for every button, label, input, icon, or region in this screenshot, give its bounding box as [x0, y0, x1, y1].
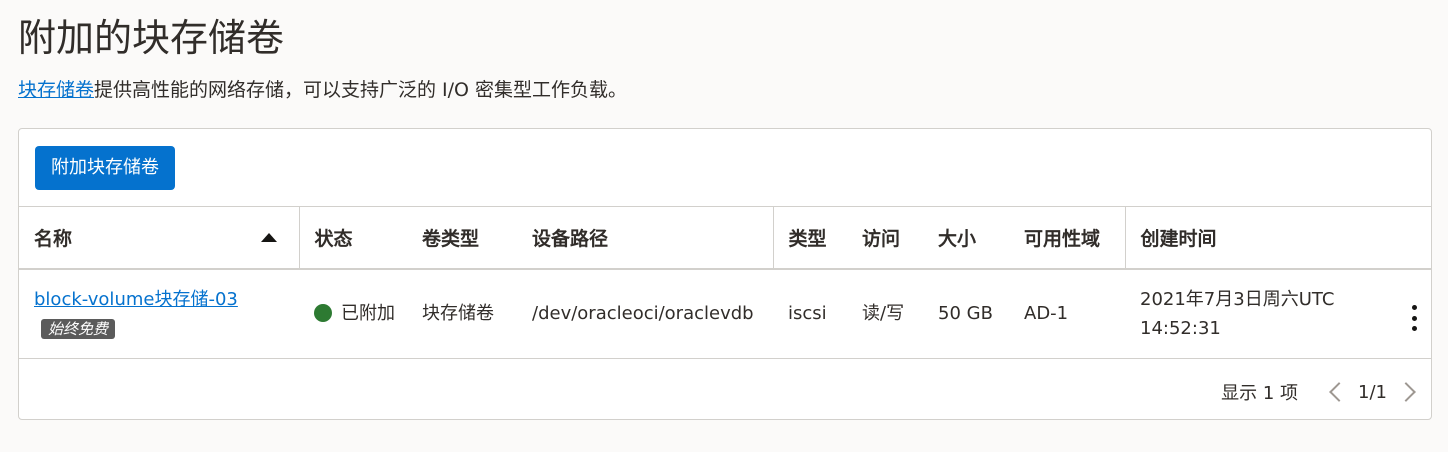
item-count: 显示 1 项: [1221, 383, 1299, 404]
pagination: 显示 1 项 1/1: [1221, 379, 1419, 405]
column-header-volume-type: 卷类型: [407, 206, 517, 270]
cell-volume-type: 块存储卷: [407, 268, 517, 359]
cell-type: iscsi: [773, 268, 847, 359]
chevron-left-icon[interactable]: [1329, 382, 1349, 402]
column-header-size: 大小: [923, 206, 1009, 270]
cell-access: 读/写: [847, 268, 923, 359]
column-header-access: 访问: [847, 206, 923, 270]
column-header-created: 创建时间: [1125, 206, 1431, 270]
cell-status: 已附加: [299, 268, 407, 359]
column-header-device-path: 设备路径: [517, 206, 774, 270]
attach-block-volume-button[interactable]: 附加块存储卷: [35, 146, 175, 190]
column-header-type: 类型: [773, 206, 847, 270]
cell-name: block-volume块存储-03 始终免费: [19, 268, 299, 359]
block-volume-doc-link[interactable]: 块存储卷: [18, 79, 94, 101]
volumes-table: 名称 状态 卷类型 设备路径 类型 访问 大小 可用性域 创建时间 block-…: [19, 206, 1431, 359]
cell-created: 2021年7月3日周六UTC 14:52:31: [1125, 268, 1431, 359]
chevron-right-icon[interactable]: [1396, 382, 1416, 402]
cell-device-path: /dev/oracleoci/oraclevdb: [517, 268, 773, 359]
column-header-status: 状态: [299, 206, 407, 270]
cell-size: 50 GB: [923, 268, 1009, 359]
attached-volumes-panel: 附加块存储卷 名称 状态 卷类型 设备路径 类型 访问 大小 可用性域 创建时间…: [18, 128, 1432, 420]
cell-availability-domain: AD-1: [1009, 268, 1125, 359]
status-text: 已附加: [341, 303, 395, 325]
sort-ascending-icon[interactable]: [260, 233, 277, 242]
description-text: 提供高性能的网络存储，可以支持广泛的 I/O 密集型工作负载。: [94, 79, 628, 101]
table-row: block-volume块存储-03 始终免费 已附加 块存储卷 /dev/or…: [19, 268, 1431, 359]
page-indicator: 1/1: [1358, 381, 1387, 403]
always-free-badge: 始终免费: [41, 318, 116, 339]
page-title: 附加的块存储卷: [18, 16, 285, 60]
table-header-row: 名称 状态 卷类型 设备路径 类型 访问 大小 可用性域 创建时间: [19, 206, 1431, 270]
kebab-menu-icon[interactable]: [1409, 305, 1419, 331]
page-description: 块存储卷提供高性能的网络存储，可以支持广泛的 I/O 密集型工作负载。: [18, 76, 627, 104]
column-header-name[interactable]: 名称: [19, 206, 300, 270]
status-dot-icon: [314, 304, 332, 323]
volume-name-link[interactable]: block-volume块存储-03: [34, 289, 238, 310]
column-header-availability-domain: 可用性域: [1009, 206, 1126, 270]
